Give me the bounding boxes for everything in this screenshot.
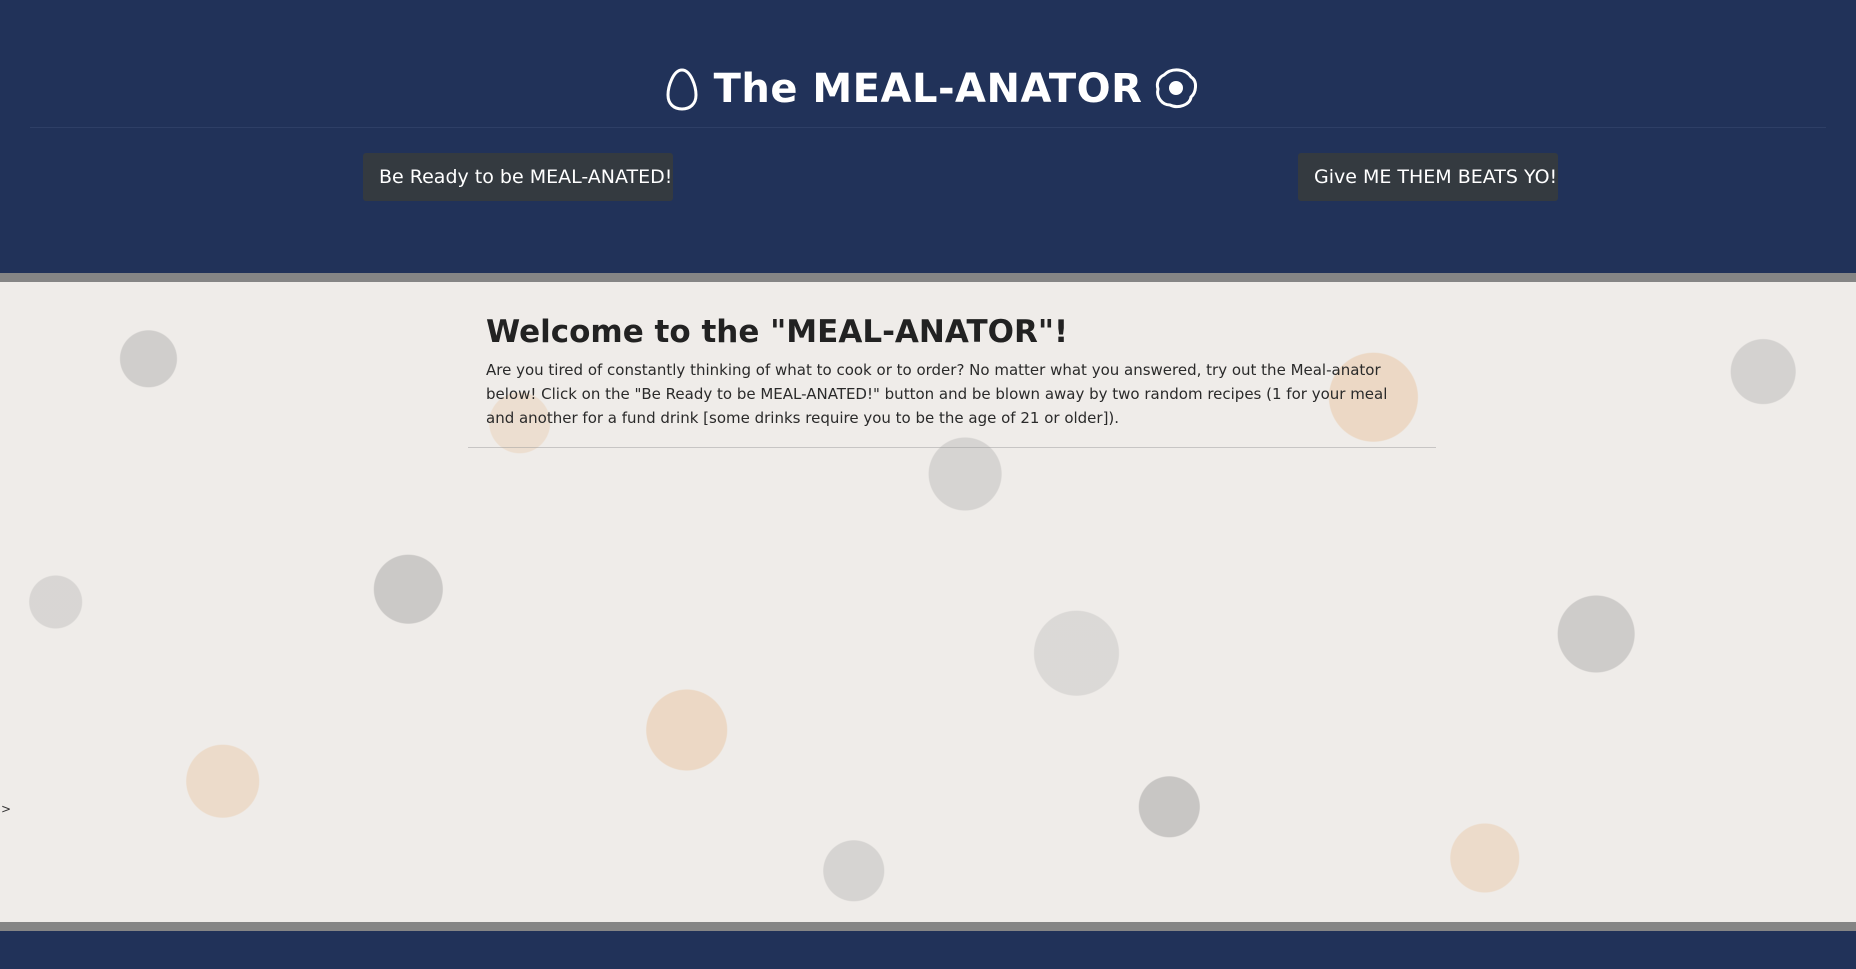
egg-icon [662,65,702,113]
main-content: Welcome to the "MEAL-ANATOR"! Are you ti… [0,282,1856,922]
intro-text: Are you tired of constantly thinking of … [486,361,1388,427]
beats-button[interactable]: Give ME THEM BEATS YO! [1298,153,1558,201]
welcome-heading: Welcome to the "MEAL-ANATOR"! [486,314,1069,350]
top-stripe [0,273,1856,282]
fried-egg-icon [1154,65,1198,113]
footer [0,931,1856,969]
welcome-section: Welcome to the "MEAL-ANATOR"! Are you ti… [486,312,1416,430]
header-divider [30,127,1826,128]
title-row: The MEAL-ANATOR [0,56,1856,122]
header: The MEAL-ANATOR Be Ready to be MEAL-ANAT… [0,0,1856,273]
bottom-stripe [0,922,1856,931]
page-title: The MEAL-ANATOR [713,66,1143,112]
meal-anate-button[interactable]: Be Ready to be MEAL-ANATED! [363,153,673,201]
side-marker: > [1,802,12,816]
content-divider [468,447,1436,448]
